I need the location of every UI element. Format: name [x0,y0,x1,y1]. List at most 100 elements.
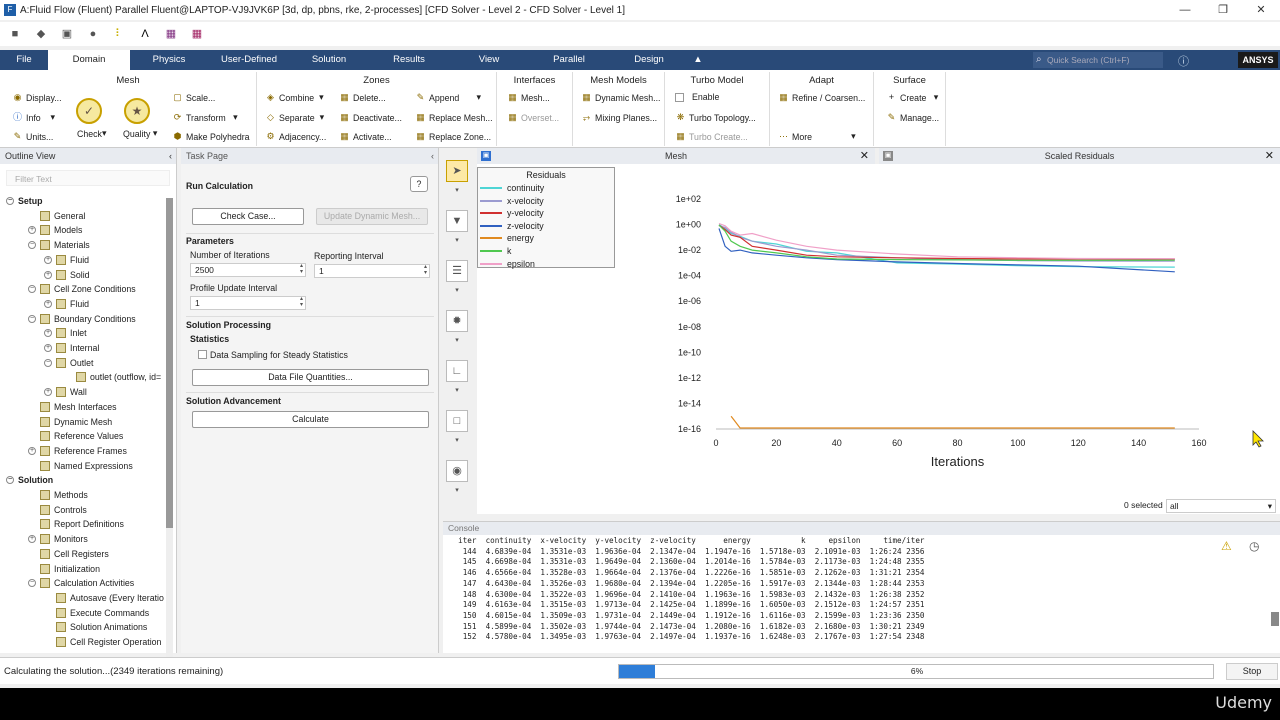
chevron-down-icon[interactable]: ▾ [451,486,463,494]
layout-icon[interactable]: ▦ [164,27,178,41]
tree-item[interactable]: − Boundary Conditions [28,313,136,324]
orbit-icon[interactable]: ✹ [446,310,468,332]
tab-results[interactable]: Results [368,50,450,70]
expand-toggle-icon[interactable]: + [44,270,52,279]
filter-text-input[interactable]: Filter Text [6,170,170,186]
append-button[interactable]: ✎ Append ▾ [415,92,481,103]
outline-scroll-thumb[interactable] [166,198,173,528]
tab-physics[interactable]: Physics [130,50,208,70]
tree-item[interactable]: Methods [28,490,88,500]
expand-toggle-icon[interactable]: + [28,446,36,455]
residuals-plot[interactable]: 0 20 40 60 80 100 120 140 160 1e+02 1e+00 1e-02 1e-0… [477,164,1280,514]
tree-item[interactable]: − Cell Zone Conditions [28,284,136,295]
data-sampling-checkbox[interactable] [198,350,207,359]
profile-update-input[interactable]: 1 [190,296,306,310]
chevron-down-icon[interactable]: ▾ [451,236,463,244]
tree-item[interactable]: + Wall [44,387,87,398]
tree-item[interactable]: Mesh Interfaces [28,401,117,412]
open-icon[interactable]: ◆ [34,27,48,41]
layers-icon[interactable]: ☰ [446,260,468,282]
surface-create-button[interactable]: + Create ▾ [886,92,938,103]
expand-toggle-icon[interactable]: + [44,255,52,264]
close-residuals-icon[interactable]: ✕ [1265,148,1274,164]
check-case-button[interactable]: Check Case... [192,208,304,225]
units-button[interactable]: ✎ Units... [12,131,54,142]
lightning-icon[interactable]: ⠇ [112,27,126,41]
adjacency-button[interactable]: ⚙ Adjacency... [265,131,326,142]
tree-item[interactable]: + Monitors [28,534,88,545]
console[interactable]: Console iter continuity x-velocity y-vel… [443,521,1280,653]
reporting-interval-input[interactable]: 1 [314,264,430,278]
quality-button[interactable]: Quality ▾ [123,128,157,139]
help-icon[interactable]: ⓘ [1178,53,1189,69]
expand-toggle-icon[interactable]: + [44,299,52,308]
calculate-button[interactable]: Calculate [192,411,429,428]
tree-item[interactable]: Reference Values [28,431,123,442]
tree-item[interactable]: + Solid [44,269,90,280]
expand-toggle-icon[interactable]: + [28,226,36,235]
expand-toggle-icon[interactable]: + [44,329,52,338]
tab-solution[interactable]: Solution [290,50,368,70]
num-iterations-input[interactable]: 2500 [190,263,306,277]
tree-item[interactable]: outlet (outflow, id= [64,372,161,383]
outline-scrollbar[interactable] [166,198,173,678]
pointer-icon[interactable]: ➤ [446,160,468,182]
display-button[interactable]: ◉ Display... [12,92,62,103]
adapt-more-button[interactable]: ⋯ More ▾ [778,131,856,142]
tree-item[interactable]: + Fluid [44,254,89,265]
check-icon[interactable]: ✓ [76,98,102,124]
interfaces-mesh-button[interactable]: ▦ Mesh... [507,92,550,103]
expand-toggle-icon[interactable]: − [6,476,14,485]
delete-button[interactable]: ▦ Delete... [339,92,386,103]
mesh-tab[interactable]: ▣ Mesh ✕ [477,148,875,164]
tree-item[interactable]: Named Expressions [28,460,133,471]
dynamic-mesh-button[interactable]: ▦ Dynamic Mesh... [581,92,660,103]
turbo-enable-checkbox[interactable]: Enable [675,92,719,102]
chevron-down-icon[interactable]: ▾ [451,386,463,394]
expand-toggle-icon[interactable]: − [44,358,52,367]
combine-button[interactable]: ◈ Combine ▾ [265,92,324,103]
tree-item[interactable]: − Materials [28,240,90,251]
tab-file[interactable]: File [0,50,48,70]
replace-zone-button[interactable]: ▦ Replace Zone... [415,131,491,142]
expand-toggle-icon[interactable]: + [44,344,52,352]
frame-icon[interactable]: □ [446,410,468,432]
tree-item[interactable]: Cell Registers [28,548,109,559]
expand-toggle-icon[interactable]: + [28,535,36,544]
update-dynamic-mesh-button[interactable]: Update Dynamic Mesh... [316,208,428,225]
new-icon[interactable]: ■ [8,27,22,41]
tree-item[interactable]: Execute Commands [44,607,149,618]
expand-toggle-icon[interactable]: − [28,579,36,588]
axes-icon[interactable]: ∟ [446,360,468,382]
tree-item[interactable]: + Fluid [44,298,89,309]
mixing-planes-button[interactable]: ⥅ Mixing Planes... [581,112,657,123]
deactivate-button[interactable]: ▦ Deactivate... [339,112,402,123]
tree-item[interactable]: Solution Animations [44,622,147,633]
tree-item[interactable]: − Calculation Activities [28,578,134,589]
tab-parallel[interactable]: Parallel [528,50,610,70]
expand-toggle-icon[interactable]: + [44,388,52,397]
expand-toggle-icon[interactable]: − [28,285,36,294]
overset-button[interactable]: ▦ Overset... [507,112,559,123]
tab-view[interactable]: View [450,50,528,70]
tree-item[interactable]: Controls [28,504,87,515]
clock-icon[interactable]: ◷ [1249,539,1265,555]
eye-icon[interactable]: ◉ [446,460,468,482]
save-icon[interactable]: ▣ [60,27,74,41]
chevron-down-icon[interactable]: ▾ [451,286,463,294]
data-file-quantities-button[interactable]: Data File Quantities... [192,369,429,386]
collapse-task-page-icon[interactable]: ‹ [431,148,434,164]
turbo-create-button[interactable]: ▦ Turbo Create... [675,131,748,142]
scaled-residuals-tab[interactable]: ▣ Scaled Residuals ✕ [879,148,1280,164]
tree-item[interactable]: + Inlet [44,328,87,339]
tree-item[interactable]: Cell Register Operation [44,637,161,647]
info-button[interactable]: ⓘ Info ▾ [12,112,55,123]
tree-item[interactable]: Dynamic Mesh [28,416,112,427]
expand-toggle-icon[interactable]: − [6,197,14,205]
selection-filter-dropdown[interactable]: all ▾ [1166,499,1276,513]
tab-user-defined[interactable]: User-Defined [208,50,290,70]
expand-toggle-icon[interactable]: − [28,241,36,250]
console-scrollbar[interactable] [1271,612,1279,626]
tree-item[interactable]: − Setup [6,196,42,206]
warning-icon[interactable]: ⚠ [1221,539,1237,555]
